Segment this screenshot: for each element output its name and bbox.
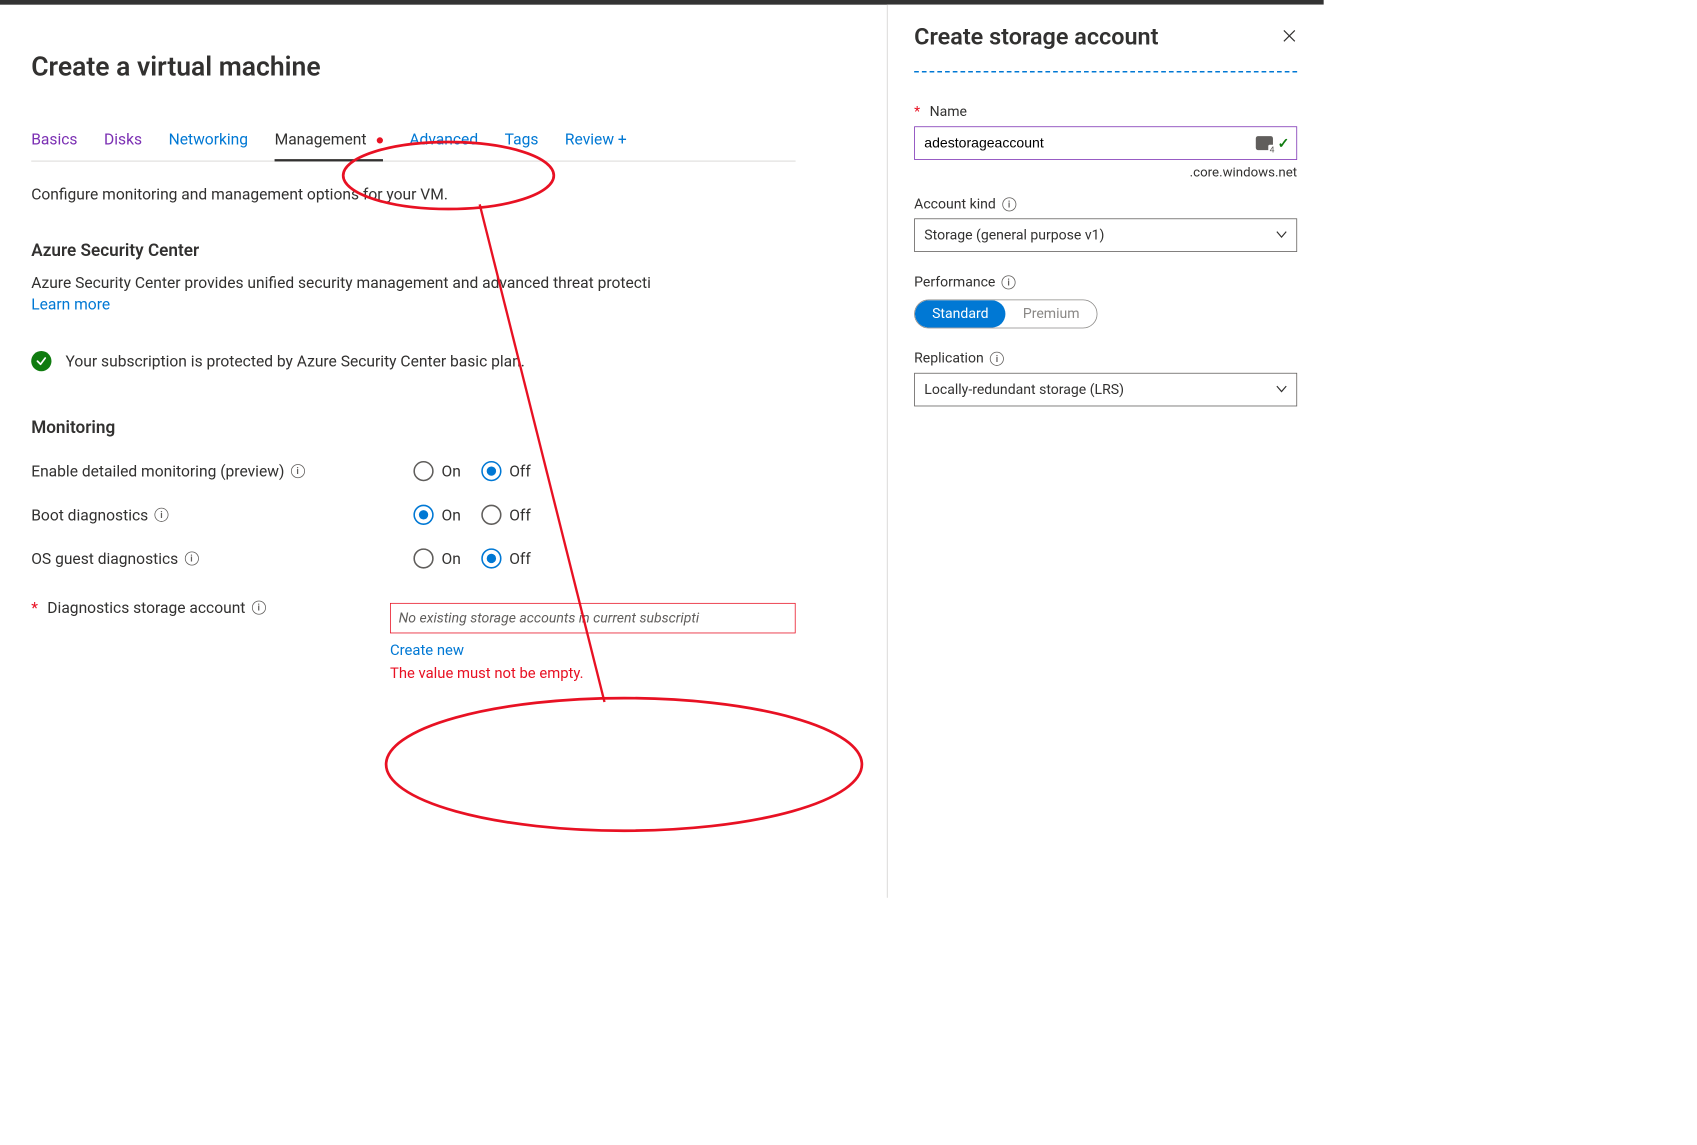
radio-bootdiag-off[interactable]: Off (481, 505, 531, 525)
label-detailed-monitoring: Enable detailed monitoring (preview) (31, 462, 284, 481)
radio-osguest-off[interactable]: Off (481, 548, 531, 568)
performance-premium[interactable]: Premium (1006, 300, 1097, 327)
create-vm-main: Create a virtual machine Basics Disks Ne… (0, 5, 827, 682)
diag-storage-error-text: The value must not be empty. (390, 664, 796, 682)
info-icon[interactable]: i (1002, 275, 1016, 289)
label-boot-diagnostics: Boot diagnostics (31, 505, 148, 524)
label-os-guest-diagnostics: OS guest diagnostics (31, 549, 178, 568)
asc-learn-more-link[interactable]: Learn more (31, 295, 110, 314)
blade-title: Create storage account (914, 23, 1158, 50)
info-icon[interactable]: i (291, 464, 305, 478)
monitoring-heading: Monitoring (31, 418, 795, 438)
validation-error-dot-icon (377, 137, 383, 143)
radio-detailed-on[interactable]: On (413, 461, 460, 481)
chevron-down-icon (1276, 229, 1287, 241)
info-icon[interactable]: i (1002, 197, 1016, 211)
performance-standard[interactable]: Standard (915, 300, 1006, 327)
asc-heading: Azure Security Center (31, 241, 795, 261)
valid-check-icon: ✓ (1278, 135, 1290, 151)
row-detailed-monitoring: Enable detailed monitoring (preview) i O… (31, 461, 795, 481)
close-blade-button[interactable] (1282, 28, 1298, 47)
info-icon[interactable]: i (990, 351, 1004, 365)
asc-description: Azure Security Center provides unified s… (31, 271, 795, 315)
keyboard-icon (1256, 136, 1273, 150)
page-title: Create a virtual machine (31, 51, 795, 82)
tab-basics[interactable]: Basics (31, 129, 77, 154)
diag-storage-dropdown[interactable]: No existing storage accounts in current … (390, 603, 796, 633)
info-icon[interactable]: i (184, 551, 198, 565)
required-asterisk-icon: * (914, 104, 920, 120)
vm-wizard-tabs: Basics Disks Networking Management Advan… (31, 129, 795, 161)
info-icon[interactable]: i (154, 508, 168, 522)
storage-name-input[interactable] (914, 126, 1297, 160)
label-diag-storage: Diagnostics storage account (47, 598, 245, 617)
performance-toggle: Standard Premium (914, 300, 1097, 329)
create-storage-account-blade: Create storage account * Name ✓ .core.wi… (887, 5, 1324, 898)
tab-networking[interactable]: Networking (169, 129, 248, 154)
storage-name-suffix: .core.windows.net (914, 165, 1297, 181)
success-check-icon (31, 351, 51, 371)
required-asterisk-icon: * (31, 598, 38, 617)
tab-management-label: Management (275, 129, 367, 148)
radio-detailed-off[interactable]: Off (481, 461, 531, 481)
tab-disks[interactable]: Disks (104, 129, 142, 154)
asc-status-row: Your subscription is protected by Azure … (31, 351, 795, 371)
row-os-guest-diagnostics: OS guest diagnostics i On Off (31, 548, 795, 568)
management-description: Configure monitoring and management opti… (31, 185, 795, 204)
label-storage-name: Name (930, 104, 967, 120)
tab-management[interactable]: Management (275, 129, 383, 154)
account-kind-select[interactable]: Storage (general purpose v1) (914, 218, 1297, 252)
tab-review[interactable]: Review + (565, 129, 627, 154)
label-performance: Performance (914, 274, 995, 290)
blade-divider (914, 71, 1297, 73)
create-new-storage-link[interactable]: Create new (390, 641, 796, 659)
radio-bootdiag-on[interactable]: On (413, 505, 460, 525)
label-account-kind: Account kind (914, 196, 996, 212)
row-diag-storage: * Diagnostics storage account i No exist… (31, 592, 795, 682)
info-icon[interactable]: i (252, 601, 266, 615)
replication-select[interactable]: Locally-redundant storage (LRS) (914, 373, 1297, 407)
asc-status-text: Your subscription is protected by Azure … (66, 352, 525, 371)
tab-advanced[interactable]: Advanced (409, 129, 478, 154)
tab-tags[interactable]: Tags (505, 129, 539, 154)
row-boot-diagnostics: Boot diagnostics i On Off (31, 505, 795, 525)
label-replication: Replication (914, 350, 984, 366)
radio-osguest-on[interactable]: On (413, 548, 460, 568)
chevron-down-icon (1276, 383, 1287, 395)
